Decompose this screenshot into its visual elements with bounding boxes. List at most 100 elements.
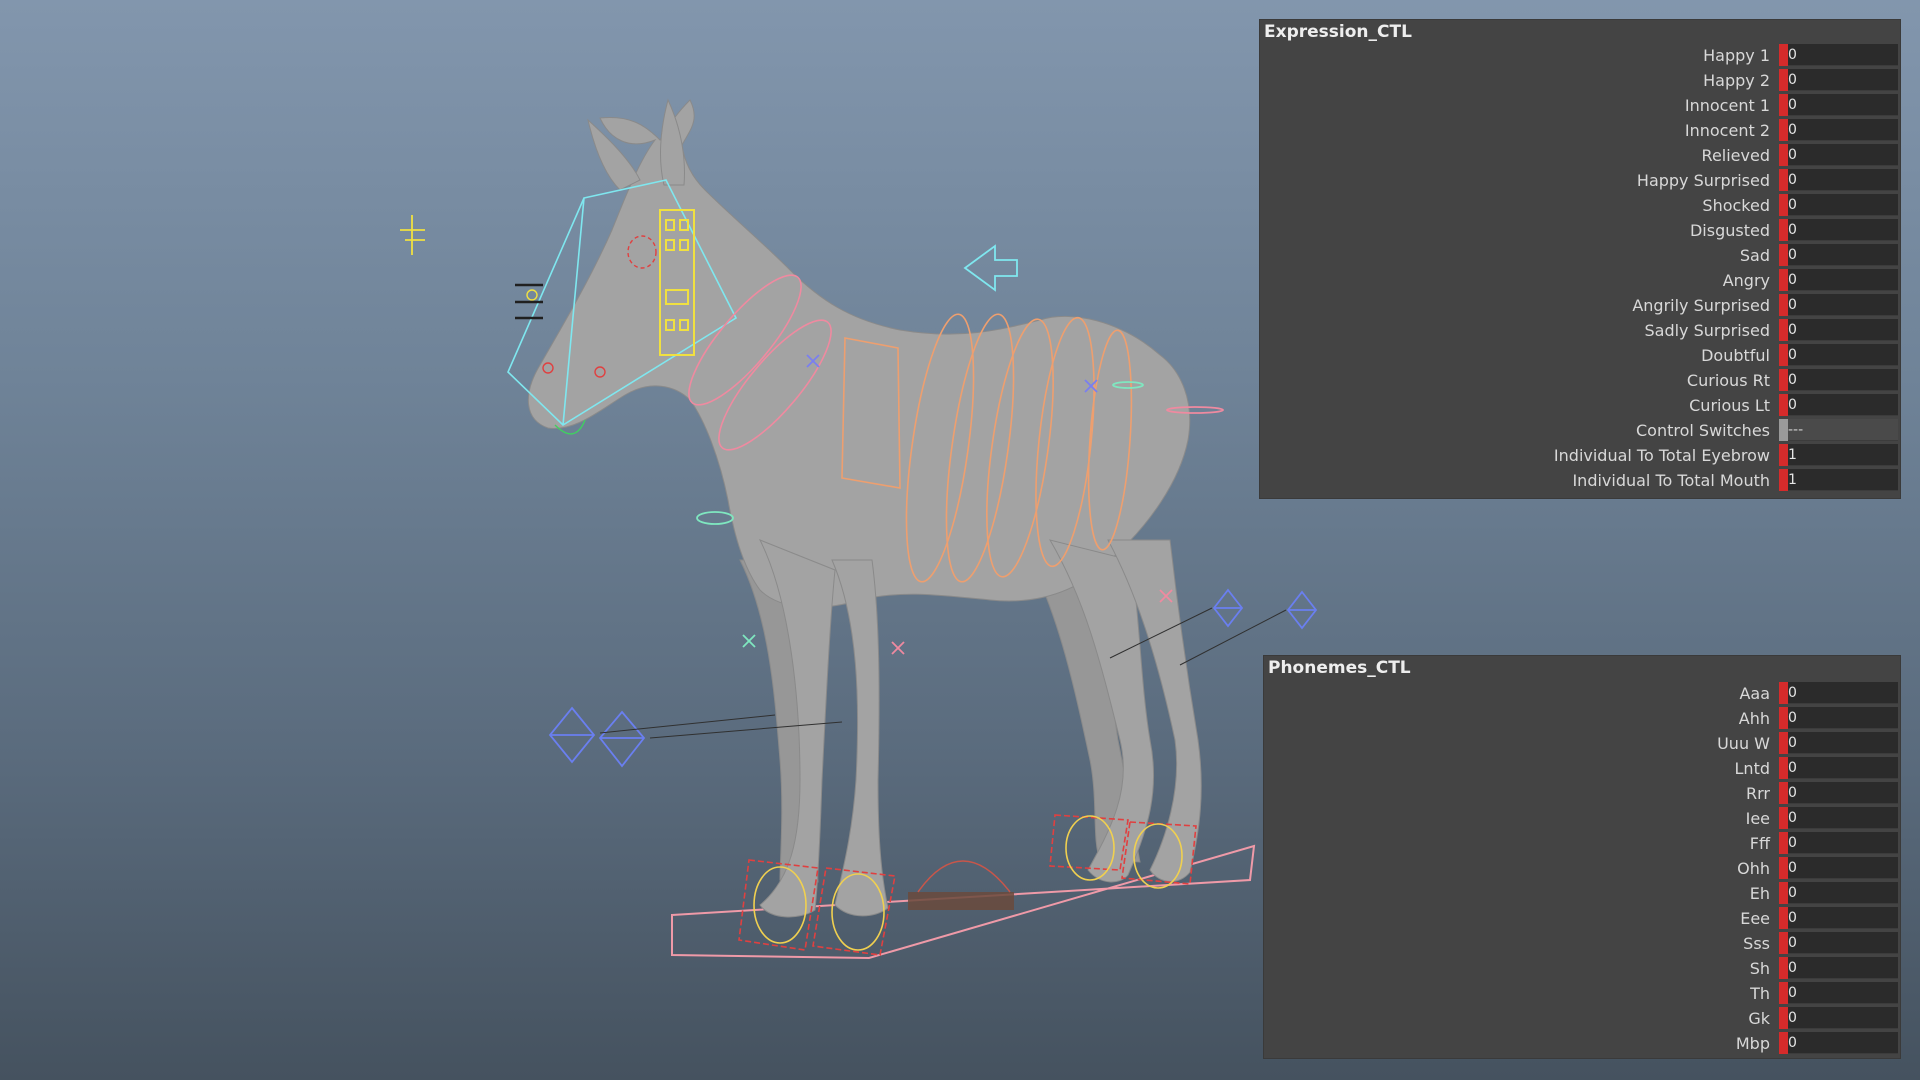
attribute-label[interactable]: Control Switches — [1636, 421, 1770, 440]
attribute-value-field[interactable]: 0 — [1779, 69, 1898, 91]
attribute-value-field[interactable]: 0 — [1779, 394, 1898, 416]
attribute-row[interactable]: Happy Surprised 0 — [1260, 168, 1900, 193]
attribute-label[interactable]: Relieved — [1702, 146, 1770, 165]
attribute-value-field[interactable]: 0 — [1779, 1007, 1898, 1029]
attribute-value-field[interactable]: 0 — [1779, 194, 1898, 216]
attribute-label[interactable]: Aaa — [1739, 684, 1770, 703]
attribute-label[interactable]: Happy 1 — [1703, 46, 1770, 65]
attribute-label[interactable]: Eee — [1740, 909, 1770, 928]
attribute-row[interactable]: Disgusted 0 — [1260, 218, 1900, 243]
attribute-value-field[interactable]: 0 — [1779, 707, 1898, 729]
attribute-value-field[interactable]: 0 — [1779, 682, 1898, 704]
attribute-value-field[interactable]: 0 — [1779, 1032, 1898, 1054]
attribute-label[interactable]: Individual To Total Mouth — [1572, 471, 1770, 490]
attribute-label[interactable]: Happy 2 — [1703, 71, 1770, 90]
attribute-value-field[interactable]: 0 — [1779, 932, 1898, 954]
attribute-value-field[interactable]: 0 — [1779, 369, 1898, 391]
attribute-value-field[interactable]: 0 — [1779, 294, 1898, 316]
attribute-value-field[interactable]: 0 — [1779, 169, 1898, 191]
attribute-label[interactable]: Rrr — [1746, 784, 1770, 803]
attribute-row[interactable]: Iee 0 — [1264, 806, 1900, 831]
attribute-row[interactable]: Individual To Total Eyebrow 1 — [1260, 443, 1900, 468]
attribute-label[interactable]: Eh — [1750, 884, 1770, 903]
attribute-value-field[interactable]: 0 — [1779, 319, 1898, 341]
attribute-label[interactable]: Gk — [1748, 1009, 1770, 1028]
attribute-value-field[interactable]: 0 — [1779, 269, 1898, 291]
pole-vector-controls[interactable] — [548, 588, 1318, 768]
attribute-value-field[interactable]: 0 — [1779, 244, 1898, 266]
attribute-row[interactable]: Doubtful 0 — [1260, 343, 1900, 368]
attribute-row[interactable]: Sh 0 — [1264, 956, 1900, 981]
attribute-row[interactable]: Rrr 0 — [1264, 781, 1900, 806]
attribute-label[interactable]: Shocked — [1702, 196, 1770, 215]
attribute-value-field[interactable]: 0 — [1779, 832, 1898, 854]
attribute-value-field[interactable]: 1 — [1779, 444, 1898, 466]
attribute-label[interactable]: Angrily Surprised — [1632, 296, 1770, 315]
attribute-value-field[interactable]: 0 — [1779, 44, 1898, 66]
attribute-label[interactable]: Happy Surprised — [1637, 171, 1770, 190]
attribute-row[interactable]: Uuu W 0 — [1264, 731, 1900, 756]
attribute-row[interactable]: Sadly Surprised 0 — [1260, 318, 1900, 343]
attribute-row[interactable]: Angry 0 — [1260, 268, 1900, 293]
horse-mesh[interactable] — [527, 98, 1202, 918]
attribute-value-field[interactable]: 0 — [1779, 344, 1898, 366]
attribute-value-field[interactable]: 0 — [1779, 94, 1898, 116]
attribute-value-field[interactable]: 0 — [1779, 982, 1898, 1004]
attribute-label[interactable]: Fff — [1750, 834, 1770, 853]
attribute-label[interactable]: Uuu W — [1717, 734, 1770, 753]
attribute-value-field[interactable]: 0 — [1779, 882, 1898, 904]
attribute-label[interactable]: Mbp — [1736, 1034, 1770, 1053]
attribute-row[interactable]: Aaa 0 — [1264, 681, 1900, 706]
attribute-row[interactable]: Innocent 2 0 — [1260, 118, 1900, 143]
attribute-row[interactable]: Mbp 0 — [1264, 1031, 1900, 1056]
attribute-label[interactable]: Iee — [1746, 809, 1770, 828]
attribute-row[interactable]: Sad 0 — [1260, 243, 1900, 268]
attribute-row[interactable]: Innocent 1 0 — [1260, 93, 1900, 118]
attribute-row[interactable]: Curious Rt 0 — [1260, 368, 1900, 393]
attribute-value-field[interactable]: 0 — [1779, 732, 1898, 754]
attribute-label[interactable]: Th — [1750, 984, 1770, 1003]
attribute-row[interactable]: Ahh 0 — [1264, 706, 1900, 731]
attribute-row[interactable]: Ohh 0 — [1264, 856, 1900, 881]
attribute-row[interactable]: Control Switches --- — [1260, 418, 1900, 443]
attribute-value-field[interactable]: 0 — [1779, 219, 1898, 241]
attribute-row[interactable]: Gk 0 — [1264, 1006, 1900, 1031]
attribute-row[interactable]: Lntd 0 — [1264, 756, 1900, 781]
attribute-label[interactable]: Sadly Surprised — [1644, 321, 1770, 340]
attribute-row[interactable]: Happy 1 0 — [1260, 43, 1900, 68]
attribute-label[interactable]: Individual To Total Eyebrow — [1554, 446, 1770, 465]
attribute-label[interactable]: Lntd — [1735, 759, 1770, 778]
attribute-label[interactable]: Ahh — [1739, 709, 1770, 728]
attribute-row[interactable]: Sss 0 — [1264, 931, 1900, 956]
attribute-row[interactable]: Shocked 0 — [1260, 193, 1900, 218]
attribute-label[interactable]: Angry — [1723, 271, 1770, 290]
attribute-value-field[interactable]: --- — [1779, 419, 1898, 441]
attribute-row[interactable]: Curious Lt 0 — [1260, 393, 1900, 418]
attribute-label[interactable]: Doubtful — [1701, 346, 1770, 365]
attribute-row[interactable]: Relieved 0 — [1260, 143, 1900, 168]
attribute-row[interactable]: Th 0 — [1264, 981, 1900, 1006]
attribute-value-field[interactable]: 0 — [1779, 807, 1898, 829]
attribute-value-field[interactable]: 0 — [1779, 119, 1898, 141]
attribute-value-field[interactable]: 0 — [1779, 957, 1898, 979]
attribute-label[interactable]: Curious Lt — [1689, 396, 1770, 415]
attribute-row[interactable]: Fff 0 — [1264, 831, 1900, 856]
attribute-label[interactable]: Sad — [1740, 246, 1770, 265]
attribute-row[interactable]: Eee 0 — [1264, 906, 1900, 931]
root-arc-control[interactable] — [917, 860, 1011, 893]
attribute-label[interactable]: Ohh — [1737, 859, 1770, 878]
attribute-value-field[interactable]: 0 — [1779, 907, 1898, 929]
attribute-row[interactable]: Individual To Total Mouth 1 — [1260, 468, 1900, 493]
attribute-value-field[interactable]: 0 — [1779, 144, 1898, 166]
attribute-label[interactable]: Disgusted — [1690, 221, 1770, 240]
attribute-value-field[interactable]: 0 — [1779, 782, 1898, 804]
attribute-label[interactable]: Sss — [1743, 934, 1770, 953]
attribute-value-field[interactable]: 0 — [1779, 757, 1898, 779]
attribute-label[interactable]: Curious Rt — [1687, 371, 1770, 390]
attribute-value-field[interactable]: 1 — [1779, 469, 1898, 491]
attribute-label[interactable]: Sh — [1750, 959, 1770, 978]
attribute-value-field[interactable]: 0 — [1779, 857, 1898, 879]
attribute-label[interactable]: Innocent 2 — [1685, 121, 1770, 140]
attribute-row[interactable]: Happy 2 0 — [1260, 68, 1900, 93]
attribute-label[interactable]: Innocent 1 — [1685, 96, 1770, 115]
